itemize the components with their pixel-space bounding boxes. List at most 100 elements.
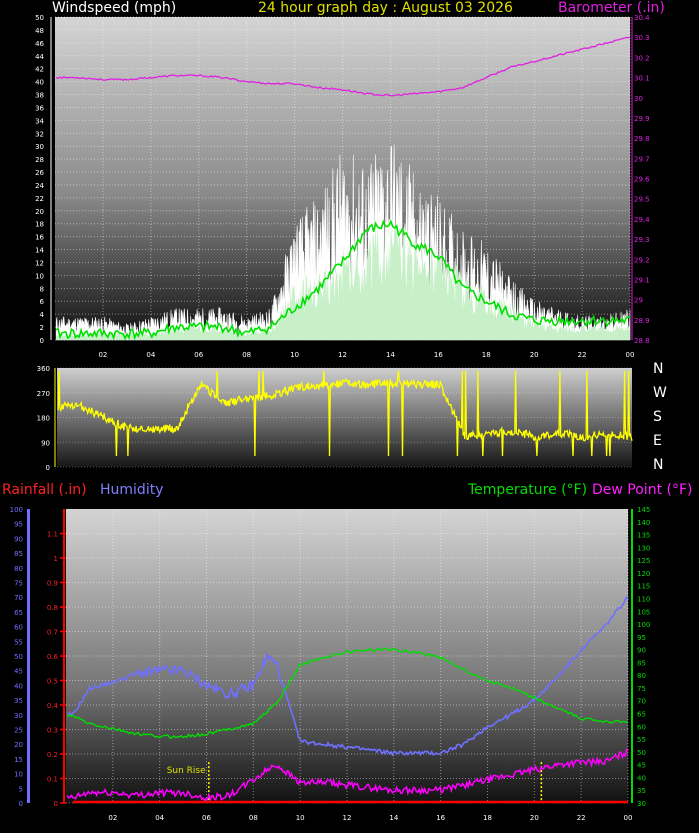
wind-y-tick-label: 32 — [35, 130, 44, 138]
wind-y-tick-label: 6 — [40, 298, 45, 306]
temperature-y-tick-label: 50 — [637, 749, 646, 757]
temperature-y-tick-label: 130 — [637, 544, 650, 552]
rainfall-y-tick-label: 0.1 — [47, 776, 58, 784]
wind-y-tick-label: 42 — [35, 66, 44, 74]
barometer-y-tick-label: 28.9 — [634, 317, 650, 325]
temperature-y-tick-label: 85 — [637, 659, 646, 667]
temperature-y-tick-label: 80 — [637, 672, 646, 680]
humidity-y-tick-label: 50 — [14, 653, 23, 661]
wind-y-tick-label: 30 — [35, 143, 44, 151]
barometer-y-tick-label: 29.4 — [634, 216, 650, 224]
barometer-y-tick-label: 29.2 — [634, 256, 650, 264]
compass-s: S — [653, 409, 662, 425]
barometer-y-tick-label: 29.7 — [634, 155, 650, 163]
wind-x-tick-label: 08 — [242, 351, 251, 359]
wind-y-tick-label: 20 — [35, 208, 44, 216]
barometer-y-tick-label: 29.3 — [634, 236, 650, 244]
temperature-y-tick-label: 115 — [637, 583, 650, 591]
temperature-y-tick-label: 145 — [637, 506, 650, 514]
humidity-y-tick-label: 75 — [14, 580, 23, 588]
humidity-y-axis — [27, 509, 30, 803]
wind-y-tick-label: 16 — [35, 234, 44, 242]
temperature-x-tick-label: 02 — [108, 814, 117, 822]
temperature-y-tick-label: 35 — [637, 787, 646, 795]
humidity-y-tick-label: 15 — [14, 756, 23, 764]
temperature-y-tick-label: 75 — [637, 685, 646, 693]
direction-y-tick-label: 0 — [46, 464, 50, 472]
humidity-y-tick-label: 55 — [14, 638, 23, 646]
rainfall-y-tick-label: 0.8 — [47, 604, 58, 612]
compass-w: W — [653, 385, 667, 401]
barometer-y-tick-label: 28.8 — [634, 337, 650, 345]
rainfall-y-tick-label: 0.5 — [47, 678, 58, 686]
direction-panel-background — [57, 368, 632, 467]
direction-y-tick-label: 360 — [37, 365, 50, 373]
wind-y-tick-label: 14 — [35, 247, 44, 255]
rainfall-y-tick-label: 0.2 — [47, 751, 58, 759]
wind-y-tick-label: 2 — [40, 324, 44, 332]
direction-y-tick-label: 90 — [41, 439, 50, 447]
wind-y-tick-label: 36 — [35, 104, 44, 112]
wind-x-tick-label: 14 — [386, 351, 395, 359]
rainfall-y-tick-label: 1.1 — [47, 531, 58, 539]
rainfall-y-tick-label: 0.3 — [47, 727, 58, 735]
wind-y-tick-label: 26 — [35, 169, 44, 177]
barometer-y-tick-label: 29.8 — [634, 135, 650, 143]
barometer-y-tick-label: 30.3 — [634, 34, 650, 42]
wind-y-tick-label: 0 — [40, 337, 44, 345]
wind-x-tick-label: 04 — [146, 351, 155, 359]
wind-y-tick-label: 8 — [40, 285, 44, 293]
barometer-y-tick-label: 29.6 — [634, 176, 650, 184]
wind-y-tick-label: 46 — [35, 40, 44, 48]
temperature-y-tick-label: 140 — [637, 519, 650, 527]
barometer-axis-title: Barometer (.in) — [558, 0, 665, 16]
wind-y-tick-label: 24 — [35, 182, 44, 190]
wind-x-tick-label: 20 — [530, 351, 539, 359]
wind-y-tick-label: 38 — [35, 92, 44, 100]
temperature-y-tick-label: 100 — [637, 621, 650, 629]
temperature-y-tick-label: 125 — [637, 557, 650, 565]
humidity-y-tick-label: 90 — [14, 535, 23, 543]
barometer-y-tick-label: 30 — [634, 95, 643, 103]
wind-x-tick-label: 12 — [338, 351, 347, 359]
wind-x-tick-label: 10 — [290, 351, 299, 359]
wind-x-tick-label: 00 — [626, 351, 635, 359]
wind-y-tick-label: 44 — [35, 53, 44, 61]
temperature-x-tick-label: 04 — [155, 814, 164, 822]
temperature-y-tick-label: 135 — [637, 532, 650, 540]
graph-title: 24 hour graph day : August 03 2026 — [258, 0, 513, 16]
compass-e: E — [653, 433, 662, 449]
humidity-y-tick-label: 20 — [14, 741, 23, 749]
temperature-x-tick-label: 22 — [577, 814, 586, 822]
humidity-legend: Humidity — [100, 482, 164, 498]
temperature-y-tick-label: 40 — [637, 774, 646, 782]
barometer-y-tick-label: 29.9 — [634, 115, 650, 123]
barometer-y-tick-label: 29 — [634, 297, 643, 305]
humidity-y-tick-label: 0 — [19, 800, 23, 808]
humidity-y-tick-label: 10 — [14, 771, 23, 779]
wind-y-tick-label: 50 — [35, 14, 44, 22]
rainfall-y-tick-label: 0.4 — [47, 702, 59, 710]
humidity-y-tick-label: 65 — [14, 609, 23, 617]
humidity-y-tick-label: 85 — [14, 550, 23, 558]
temperature-y-tick-label: 45 — [637, 762, 646, 770]
barometer-y-tick-label: 30.1 — [634, 75, 650, 83]
wind-x-tick-label: 02 — [98, 351, 107, 359]
humidity-y-tick-label: 30 — [14, 712, 23, 720]
rainfall-y-tick-label: 0.6 — [47, 653, 59, 661]
wind-x-tick-label: 06 — [194, 351, 203, 359]
sunrise-label: Sun Rise — [167, 766, 206, 776]
humidity-y-tick-label: 5 — [19, 785, 23, 793]
temperature-y-tick-label: 65 — [637, 711, 646, 719]
wind-y-tick-label: 18 — [35, 221, 44, 229]
temperature-x-tick-label: 16 — [436, 814, 445, 822]
humidity-y-tick-label: 35 — [14, 697, 23, 705]
direction-y-tick-label: 270 — [37, 390, 50, 398]
humidity-y-tick-label: 60 — [14, 624, 23, 632]
temperature-legend: Temperature (°F) — [468, 482, 588, 498]
temperature-x-tick-label: 12 — [343, 814, 352, 822]
temperature-x-tick-label: 06 — [202, 814, 211, 822]
wind-x-tick-label: 18 — [482, 351, 491, 359]
temperature-y-tick-label: 60 — [637, 723, 646, 731]
wind-y-tick-label: 4 — [40, 311, 45, 319]
